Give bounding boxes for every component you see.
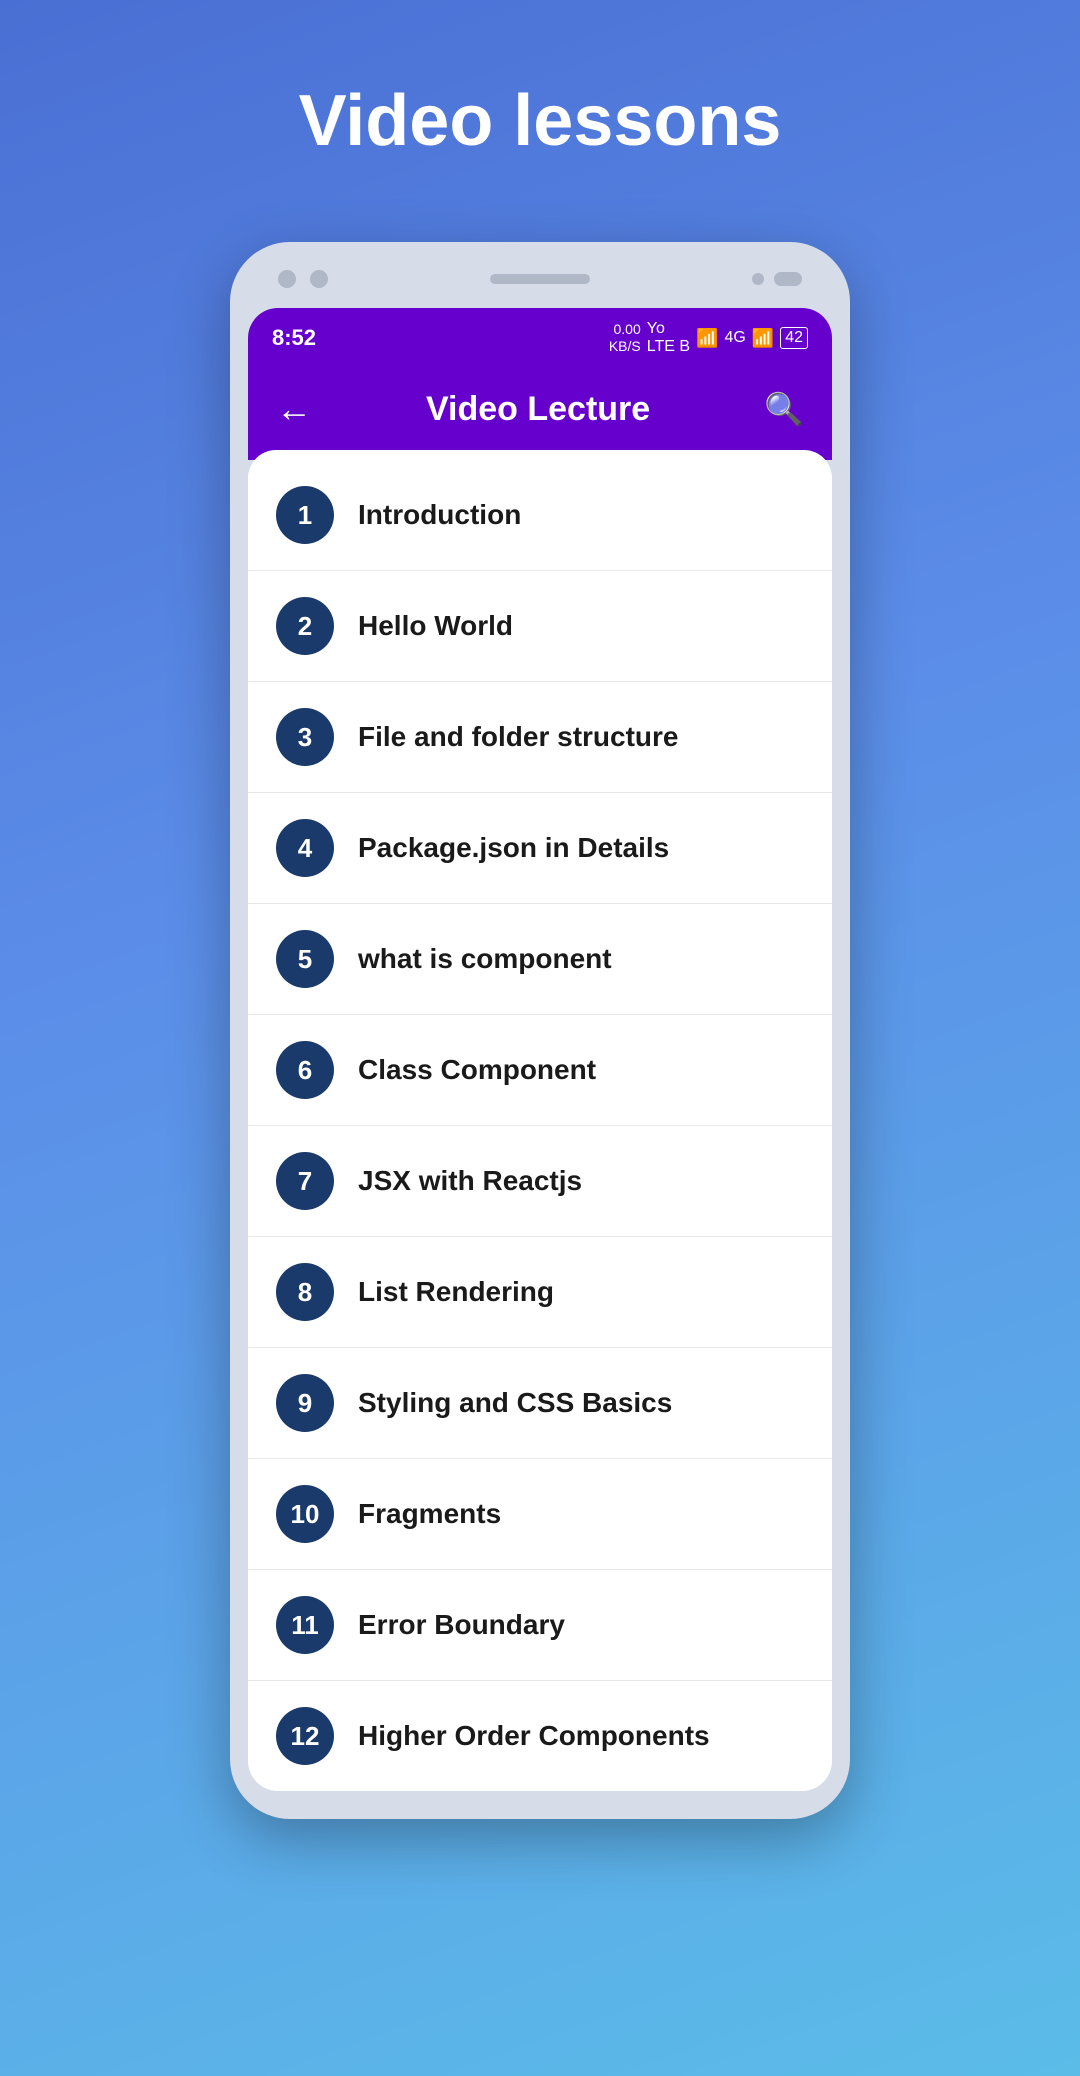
phone-frame: 8:52 0.00 KB/S YoLTE B 📶 4G 📶 42 ← Video…: [230, 242, 850, 1819]
lesson-number-badge: 7: [276, 1152, 334, 1210]
lesson-title: Class Component: [358, 1054, 596, 1086]
lesson-number-badge: 8: [276, 1263, 334, 1321]
lesson-title: Fragments: [358, 1498, 501, 1530]
lesson-title: Package.json in Details: [358, 832, 669, 864]
lesson-number-badge: 1: [276, 486, 334, 544]
front-camera: [774, 272, 802, 286]
battery-text: 42: [780, 327, 808, 349]
lesson-title: what is component: [358, 943, 612, 975]
phone-hardware-top: [248, 270, 832, 308]
app-bar: ← Video Lecture 🔍: [248, 368, 832, 460]
lesson-number-badge: 3: [276, 708, 334, 766]
network-type: 4G: [724, 329, 745, 347]
lesson-number-badge: 6: [276, 1041, 334, 1099]
lesson-title: Higher Order Components: [358, 1720, 710, 1752]
lesson-title: Error Boundary: [358, 1609, 565, 1641]
list-item[interactable]: 9 Styling and CSS Basics: [248, 1348, 832, 1459]
lesson-number-badge: 2: [276, 597, 334, 655]
list-item[interactable]: 2 Hello World: [248, 571, 832, 682]
phone-screen: 8:52 0.00 KB/S YoLTE B 📶 4G 📶 42 ← Video…: [248, 308, 832, 1791]
list-item[interactable]: 6 Class Component: [248, 1015, 832, 1126]
status-time: 8:52: [272, 325, 316, 351]
camera-left: [278, 270, 328, 288]
lesson-title: Hello World: [358, 610, 513, 642]
data-speed: 0.00 KB/S: [609, 321, 641, 355]
list-item[interactable]: 4 Package.json in Details: [248, 793, 832, 904]
camera-dot-1: [278, 270, 296, 288]
lesson-title: Introduction: [358, 499, 521, 531]
back-button[interactable]: ←: [276, 388, 312, 430]
camera-dot-2: [310, 270, 328, 288]
page-title: Video lessons: [299, 80, 782, 162]
lesson-number-badge: 10: [276, 1485, 334, 1543]
list-item[interactable]: 1 Introduction: [248, 460, 832, 571]
status-bar: 8:52 0.00 KB/S YoLTE B 📶 4G 📶 42: [248, 308, 832, 368]
lesson-title: JSX with Reactjs: [358, 1165, 582, 1197]
list-item[interactable]: 8 List Rendering: [248, 1237, 832, 1348]
status-icons: 0.00 KB/S YoLTE B 📶 4G 📶 42: [609, 320, 808, 356]
lesson-title: List Rendering: [358, 1276, 554, 1308]
lesson-number-badge: 9: [276, 1374, 334, 1432]
list-item[interactable]: 10 Fragments: [248, 1459, 832, 1570]
data-speed-unit: KB/S: [609, 338, 641, 355]
lesson-number-badge: 5: [276, 930, 334, 988]
lesson-title: File and folder structure: [358, 721, 679, 753]
lesson-title: Styling and CSS Basics: [358, 1387, 672, 1419]
sensor-dot: [752, 273, 764, 285]
data-speed-value: 0.00: [609, 321, 641, 338]
search-button[interactable]: 🔍: [764, 390, 804, 428]
signal-icon: 📶: [696, 328, 718, 349]
list-item[interactable]: 3 File and folder structure: [248, 682, 832, 793]
list-item[interactable]: 12 Higher Order Components: [248, 1681, 832, 1791]
camera-right: [752, 272, 802, 286]
lessons-list: 1 Introduction 2 Hello World 3 File and folde…: [248, 450, 832, 1791]
lesson-number-badge: 12: [276, 1707, 334, 1765]
lesson-number-badge: 4: [276, 819, 334, 877]
list-item[interactable]: 11 Error Boundary: [248, 1570, 832, 1681]
list-item[interactable]: 7 JSX with Reactjs: [248, 1126, 832, 1237]
app-bar-title: Video Lecture: [426, 390, 650, 429]
list-item[interactable]: 5 what is component: [248, 904, 832, 1015]
speaker-bar: [490, 274, 590, 284]
signal-bars: 📶: [752, 328, 774, 349]
carrier-label: YoLTE B: [647, 320, 690, 356]
lesson-number-badge: 11: [276, 1596, 334, 1654]
